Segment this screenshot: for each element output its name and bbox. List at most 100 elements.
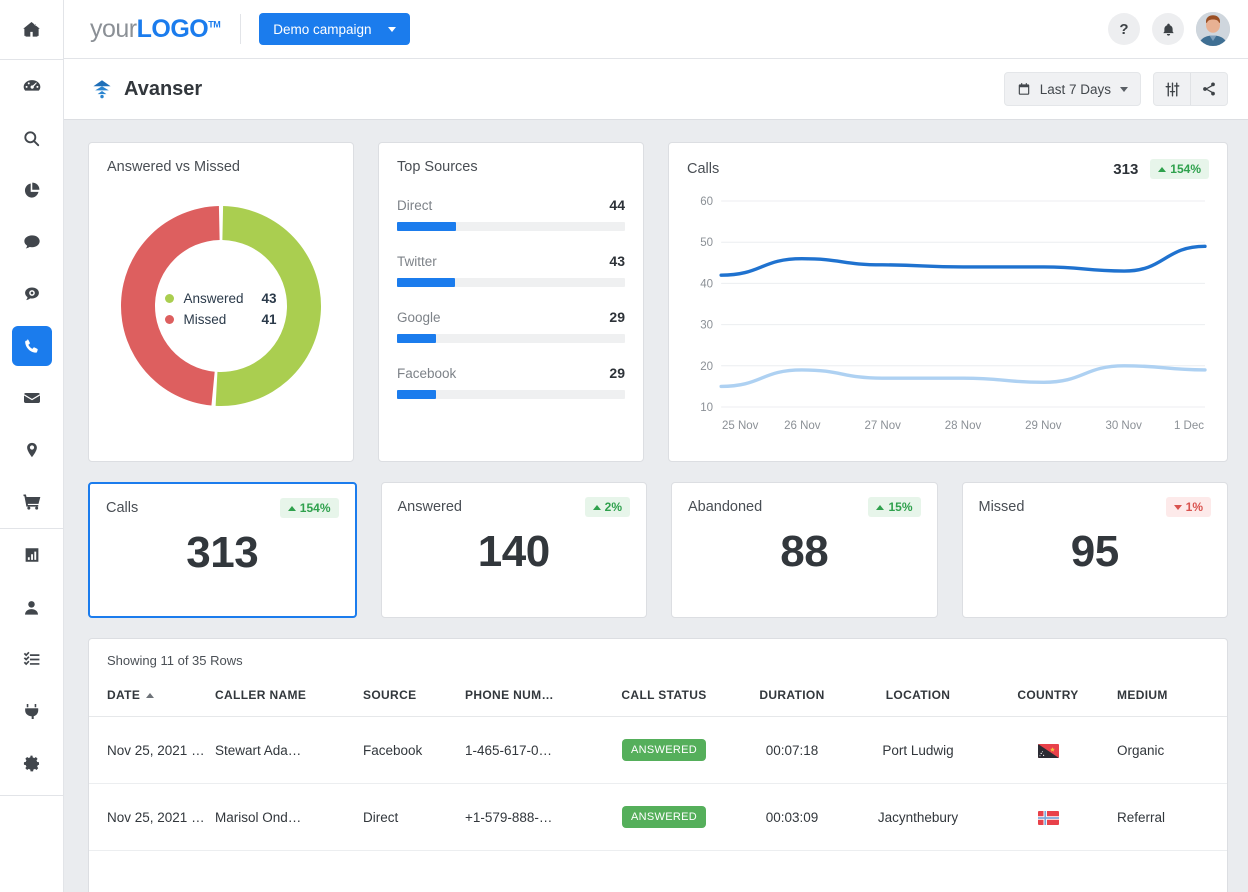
kpi-header: Answered 2% bbox=[397, 497, 630, 517]
source-row-head: Direct 44 bbox=[397, 197, 625, 213]
source-value: 29 bbox=[609, 365, 625, 381]
sidebar-item-integrations[interactable] bbox=[12, 691, 52, 731]
calls-chart-title: Calls bbox=[687, 161, 720, 177]
shopping-cart-icon bbox=[23, 494, 40, 510]
sidebar-item-ecommerce[interactable] bbox=[12, 482, 52, 522]
cell-country bbox=[985, 716, 1117, 784]
filters-button[interactable] bbox=[1154, 73, 1190, 105]
dashboard-content: Answered vs Missed Answered 43 Missed 41… bbox=[64, 120, 1248, 892]
sidebar-item-settings[interactable] bbox=[12, 743, 52, 783]
table-header-date[interactable]: DATE bbox=[89, 678, 215, 717]
table-header-medium[interactable]: MEDIUM bbox=[1117, 678, 1227, 717]
sidebar-item-reports[interactable] bbox=[12, 170, 52, 210]
table-header-caller-name[interactable]: CALLER NAME bbox=[215, 678, 363, 717]
kpi-card-missed[interactable]: Missed 1% 95 bbox=[961, 482, 1228, 618]
sidebar-item-email[interactable] bbox=[12, 378, 52, 418]
table-row[interactable]: Nov 25, 2021 6:05 Stewart Ada… Facebook 1-4… bbox=[89, 716, 1227, 784]
x-axis-tick-label: 1 Dec bbox=[1174, 420, 1204, 432]
source-bar-fill bbox=[397, 390, 436, 399]
kpi-card-calls[interactable]: Calls 154% 313 bbox=[88, 482, 357, 618]
table-row[interactable] bbox=[89, 850, 1227, 892]
table-header-call-status[interactable]: CALL STATUS bbox=[601, 678, 733, 717]
sub-bar-actions: Last 7 Days bbox=[1003, 72, 1228, 106]
source-item[interactable]: Google 29 bbox=[397, 309, 625, 343]
kpi-label: Answered bbox=[397, 499, 462, 515]
source-item[interactable]: Twitter 43 bbox=[397, 253, 625, 287]
source-bar-track bbox=[397, 334, 625, 343]
avatar[interactable] bbox=[1196, 12, 1230, 46]
cell-caller-name: Stewart Ada… bbox=[215, 716, 363, 784]
source-value: 44 bbox=[609, 197, 625, 213]
sidebar-item-search[interactable] bbox=[12, 118, 52, 158]
source-bar-track bbox=[397, 278, 625, 287]
source-name: Google bbox=[397, 310, 441, 325]
user-icon bbox=[25, 600, 38, 615]
sidebar-item-dashboard[interactable] bbox=[12, 66, 52, 106]
notifications-button[interactable] bbox=[1152, 13, 1184, 45]
sidebar-item-home[interactable] bbox=[12, 9, 52, 49]
table-body: Nov 25, 2021 6:05 Stewart Ada… Facebook 1-4… bbox=[89, 716, 1227, 892]
donut-legend: Answered 43 Missed 41 bbox=[89, 291, 353, 327]
source-item[interactable]: Facebook 29 bbox=[397, 365, 625, 399]
legend-value-missed: 41 bbox=[261, 312, 277, 327]
sidebar-item-analytics[interactable] bbox=[12, 535, 52, 575]
kpi-card-answered[interactable]: Answered 2% 140 bbox=[380, 482, 647, 618]
table-header-label: DATE bbox=[107, 688, 141, 702]
table-header-label: SOURCE bbox=[363, 688, 417, 702]
y-axis-tick-label: 10 bbox=[700, 402, 713, 414]
source-bar-fill bbox=[397, 334, 436, 343]
cell-duration: 00:07:18 bbox=[733, 716, 857, 784]
pie-chart-icon bbox=[24, 182, 40, 198]
main-area: yourLOGOTM Demo campaign ? Avanser Last … bbox=[64, 0, 1248, 892]
table-header-label: MEDIUM bbox=[1117, 688, 1168, 702]
sidebar-item-contacts[interactable] bbox=[12, 587, 52, 627]
charts-row: Answered vs Missed Answered 43 Missed 41… bbox=[88, 142, 1228, 462]
date-range-picker[interactable]: Last 7 Days bbox=[1003, 72, 1141, 106]
kpi-card-abandoned[interactable]: Abandoned 15% 88 bbox=[671, 482, 938, 618]
calendar-icon bbox=[1018, 83, 1029, 95]
source-name: Twitter bbox=[397, 254, 437, 269]
calls-chart-card: Calls 313 154% 10 20 30 40 50 60 25 Nov 26 Nov 2… bbox=[668, 142, 1228, 462]
table-header-label: DURATION bbox=[759, 688, 825, 702]
kpi-change-badge: 2% bbox=[584, 497, 630, 517]
x-axis-tick-label: 29 Nov bbox=[1025, 420, 1062, 432]
table-header-country[interactable]: COUNTRY bbox=[985, 678, 1117, 717]
y-axis-tick-label: 30 bbox=[700, 320, 713, 332]
page-title-text: Avanser bbox=[124, 77, 203, 100]
sidebar-item-targeting[interactable] bbox=[12, 274, 52, 314]
triangle-up-icon bbox=[592, 504, 601, 510]
cell-medium: Organic bbox=[1117, 716, 1227, 784]
sidebar-item-chat[interactable] bbox=[12, 222, 52, 262]
sidebar-group-admin bbox=[0, 529, 63, 789]
table-row[interactable]: Nov 25, 2021 8:25 Marisol Ond… Direct +1-57… bbox=[89, 783, 1227, 851]
share-button[interactable] bbox=[1191, 73, 1227, 105]
cell-call-status: ANSWERED bbox=[601, 783, 733, 851]
help-button[interactable]: ? bbox=[1108, 13, 1140, 45]
sidebar-group-primary bbox=[0, 0, 63, 59]
source-item[interactable]: Direct 44 bbox=[397, 197, 625, 231]
sidebar-item-tasks[interactable] bbox=[12, 639, 52, 679]
top-bar-actions: ? bbox=[1108, 12, 1230, 46]
view-actions-group bbox=[1153, 72, 1228, 106]
y-axis-tick-label: 20 bbox=[700, 361, 713, 373]
sidebar-item-locations[interactable] bbox=[12, 430, 52, 470]
kpi-header: Calls 154% bbox=[106, 498, 339, 518]
kpi-label: Missed bbox=[978, 499, 1025, 515]
source-bar-fill bbox=[397, 222, 457, 231]
target-icon bbox=[24, 287, 39, 301]
kpi-value: 95 bbox=[1070, 527, 1119, 576]
source-row-head: Facebook 29 bbox=[397, 365, 625, 381]
table-header-phone-num[interactable]: PHONE NUM… bbox=[465, 678, 601, 717]
kpi-header: Missed 1% bbox=[978, 497, 1211, 517]
table-header-source[interactable]: SOURCE bbox=[363, 678, 465, 717]
table-header-location[interactable]: LOCATION bbox=[857, 678, 985, 717]
y-axis-tick-label: 50 bbox=[700, 237, 713, 249]
sidebar-item-calls[interactable] bbox=[11, 326, 52, 366]
x-axis-tick-label: 25 Nov bbox=[722, 420, 759, 432]
campaign-selector-button[interactable]: Demo campaign bbox=[259, 13, 410, 45]
cell-duration: 00:03:09 bbox=[733, 783, 857, 851]
table-header-duration[interactable]: DURATION bbox=[733, 678, 857, 717]
cell-date: Nov 25, 2021 6:05 bbox=[89, 716, 215, 784]
top-sources-title: Top Sources bbox=[397, 159, 478, 175]
source-value: 43 bbox=[609, 253, 625, 269]
